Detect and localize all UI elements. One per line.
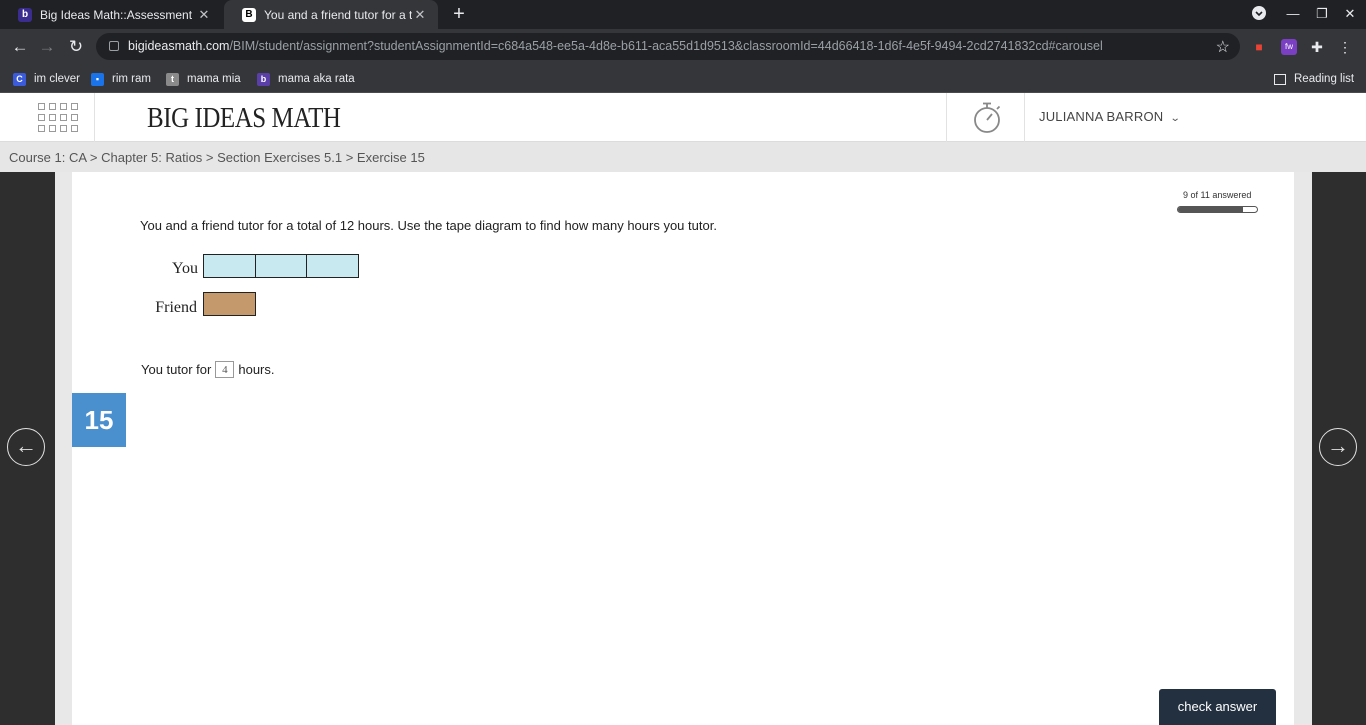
bookmark-label: mama aka rata	[278, 73, 355, 85]
user-name: JULIANNA BARRON	[1039, 109, 1164, 124]
clever-icon: C	[13, 72, 26, 86]
forward-icon[interactable]: →	[37, 37, 57, 57]
new-tab-icon[interactable]: +	[449, 4, 469, 24]
tape-unit	[306, 254, 359, 278]
breadcrumb: Course 1: CA > Chapter 5: Ratios > Secti…	[9, 150, 425, 165]
browser-tab-strip: b Big Ideas Math::Assessment ✕ B You and…	[0, 0, 1366, 29]
tape-unit	[203, 254, 256, 278]
check-answer-button[interactable]: check answer	[1159, 689, 1276, 725]
answer-line: You tutor for 4 hours.	[141, 361, 275, 378]
back-icon[interactable]: ←	[10, 37, 30, 57]
user-menu[interactable]: JULIANNA BARRON ⌄	[1039, 109, 1182, 124]
tape-unit	[203, 292, 256, 316]
answer-input[interactable]: 4	[215, 361, 235, 378]
divider	[1024, 93, 1025, 142]
bookmarks-bar: C im clever ▪ rim ram t mama mia b mama …	[0, 65, 1366, 93]
close-tab-icon[interactable]: ✕	[412, 7, 428, 23]
reload-icon[interactable]: ↻	[66, 37, 86, 57]
close-window-icon[interactable]: ✕	[1341, 6, 1359, 22]
tab-search-icon[interactable]	[1250, 5, 1268, 24]
previous-exercise-arrow-icon[interactable]: ←	[7, 428, 45, 466]
breadcrumb-bar: Course 1: CA > Chapter 5: Ratios > Secti…	[0, 142, 1366, 172]
reading-list-icon	[1274, 73, 1286, 85]
address-bar[interactable]: bigideasmath.com/BIM/student/assignment?…	[96, 33, 1240, 60]
chevron-down-icon: ⌄	[1170, 113, 1182, 124]
fw-extension-icon[interactable]: fw	[1281, 39, 1297, 55]
big-ideas-math-logo: BIG IDEAS MATH	[147, 102, 341, 134]
bookmark-rim-ram[interactable]: ▪ rim ram	[91, 70, 151, 88]
answer-suffix: hours.	[238, 362, 275, 377]
classroom-icon: ▪	[91, 72, 104, 86]
big-ideas-icon: b	[257, 72, 270, 86]
bookmark-mama-mia[interactable]: t mama mia	[166, 70, 241, 88]
browser-toolbar: ← → ↻ bigideasmath.com/BIM/student/assig…	[0, 29, 1366, 65]
tape-label-you: You	[172, 260, 198, 277]
tape-unit	[254, 254, 308, 278]
tumblr-icon: t	[166, 72, 179, 86]
progress-fill	[1178, 207, 1243, 212]
bookmark-label: im clever	[34, 73, 81, 85]
reading-list-label: Reading list	[1294, 73, 1355, 85]
big-ideas-favicon: b	[18, 7, 32, 22]
restore-icon[interactable]: ❐	[1313, 6, 1331, 22]
divider	[94, 93, 95, 142]
progress-bar	[1177, 206, 1258, 213]
bookmark-label: rim ram	[112, 73, 151, 85]
bookmark-label: mama mia	[187, 73, 241, 85]
tab-assessment[interactable]: b Big Ideas Math::Assessment ✕	[0, 0, 222, 29]
question-prompt: You and a friend tutor for a total of 12…	[140, 218, 717, 233]
divider	[946, 93, 947, 142]
record-extension-icon[interactable]: ■	[1251, 39, 1267, 55]
tab-title: Big Ideas Math::Assessment	[40, 7, 193, 22]
app-header: BIG IDEAS MATH JULIANNA BARRON ⌄	[0, 93, 1366, 142]
exercise-number-badge: 15	[72, 393, 126, 447]
tape-label-friend: Friend	[155, 299, 197, 316]
app-menu-grid-icon[interactable]	[38, 103, 78, 132]
url-text: bigideasmath.com/BIM/student/assignment?…	[128, 39, 1103, 53]
progress-text: 9 of 11 answered	[1183, 190, 1252, 200]
answer-prefix: You tutor for	[141, 362, 212, 377]
bookmark-im-clever[interactable]: C im clever	[13, 70, 80, 88]
reading-list-button[interactable]: Reading list	[1274, 70, 1354, 88]
site-info-icon[interactable]	[109, 41, 119, 51]
close-tab-icon[interactable]: ✕	[196, 7, 212, 23]
stopwatch-icon[interactable]	[973, 101, 1003, 135]
next-exercise-arrow-icon[interactable]: →	[1319, 428, 1357, 466]
tab-tutor-question[interactable]: B You and a friend tutor for a total ✕	[224, 0, 438, 29]
bookmark-mama-aka-rata[interactable]: b mama aka rata	[257, 70, 355, 88]
brainly-favicon: B	[242, 7, 256, 22]
chrome-menu-icon[interactable]: ⋮	[1337, 39, 1353, 55]
minimize-icon[interactable]: —	[1284, 6, 1302, 21]
tab-title: You and a friend tutor for a total	[264, 7, 412, 22]
extensions-puzzle-icon[interactable]: ✚	[1309, 39, 1325, 55]
bookmark-star-icon[interactable]: ☆	[1216, 37, 1230, 57]
